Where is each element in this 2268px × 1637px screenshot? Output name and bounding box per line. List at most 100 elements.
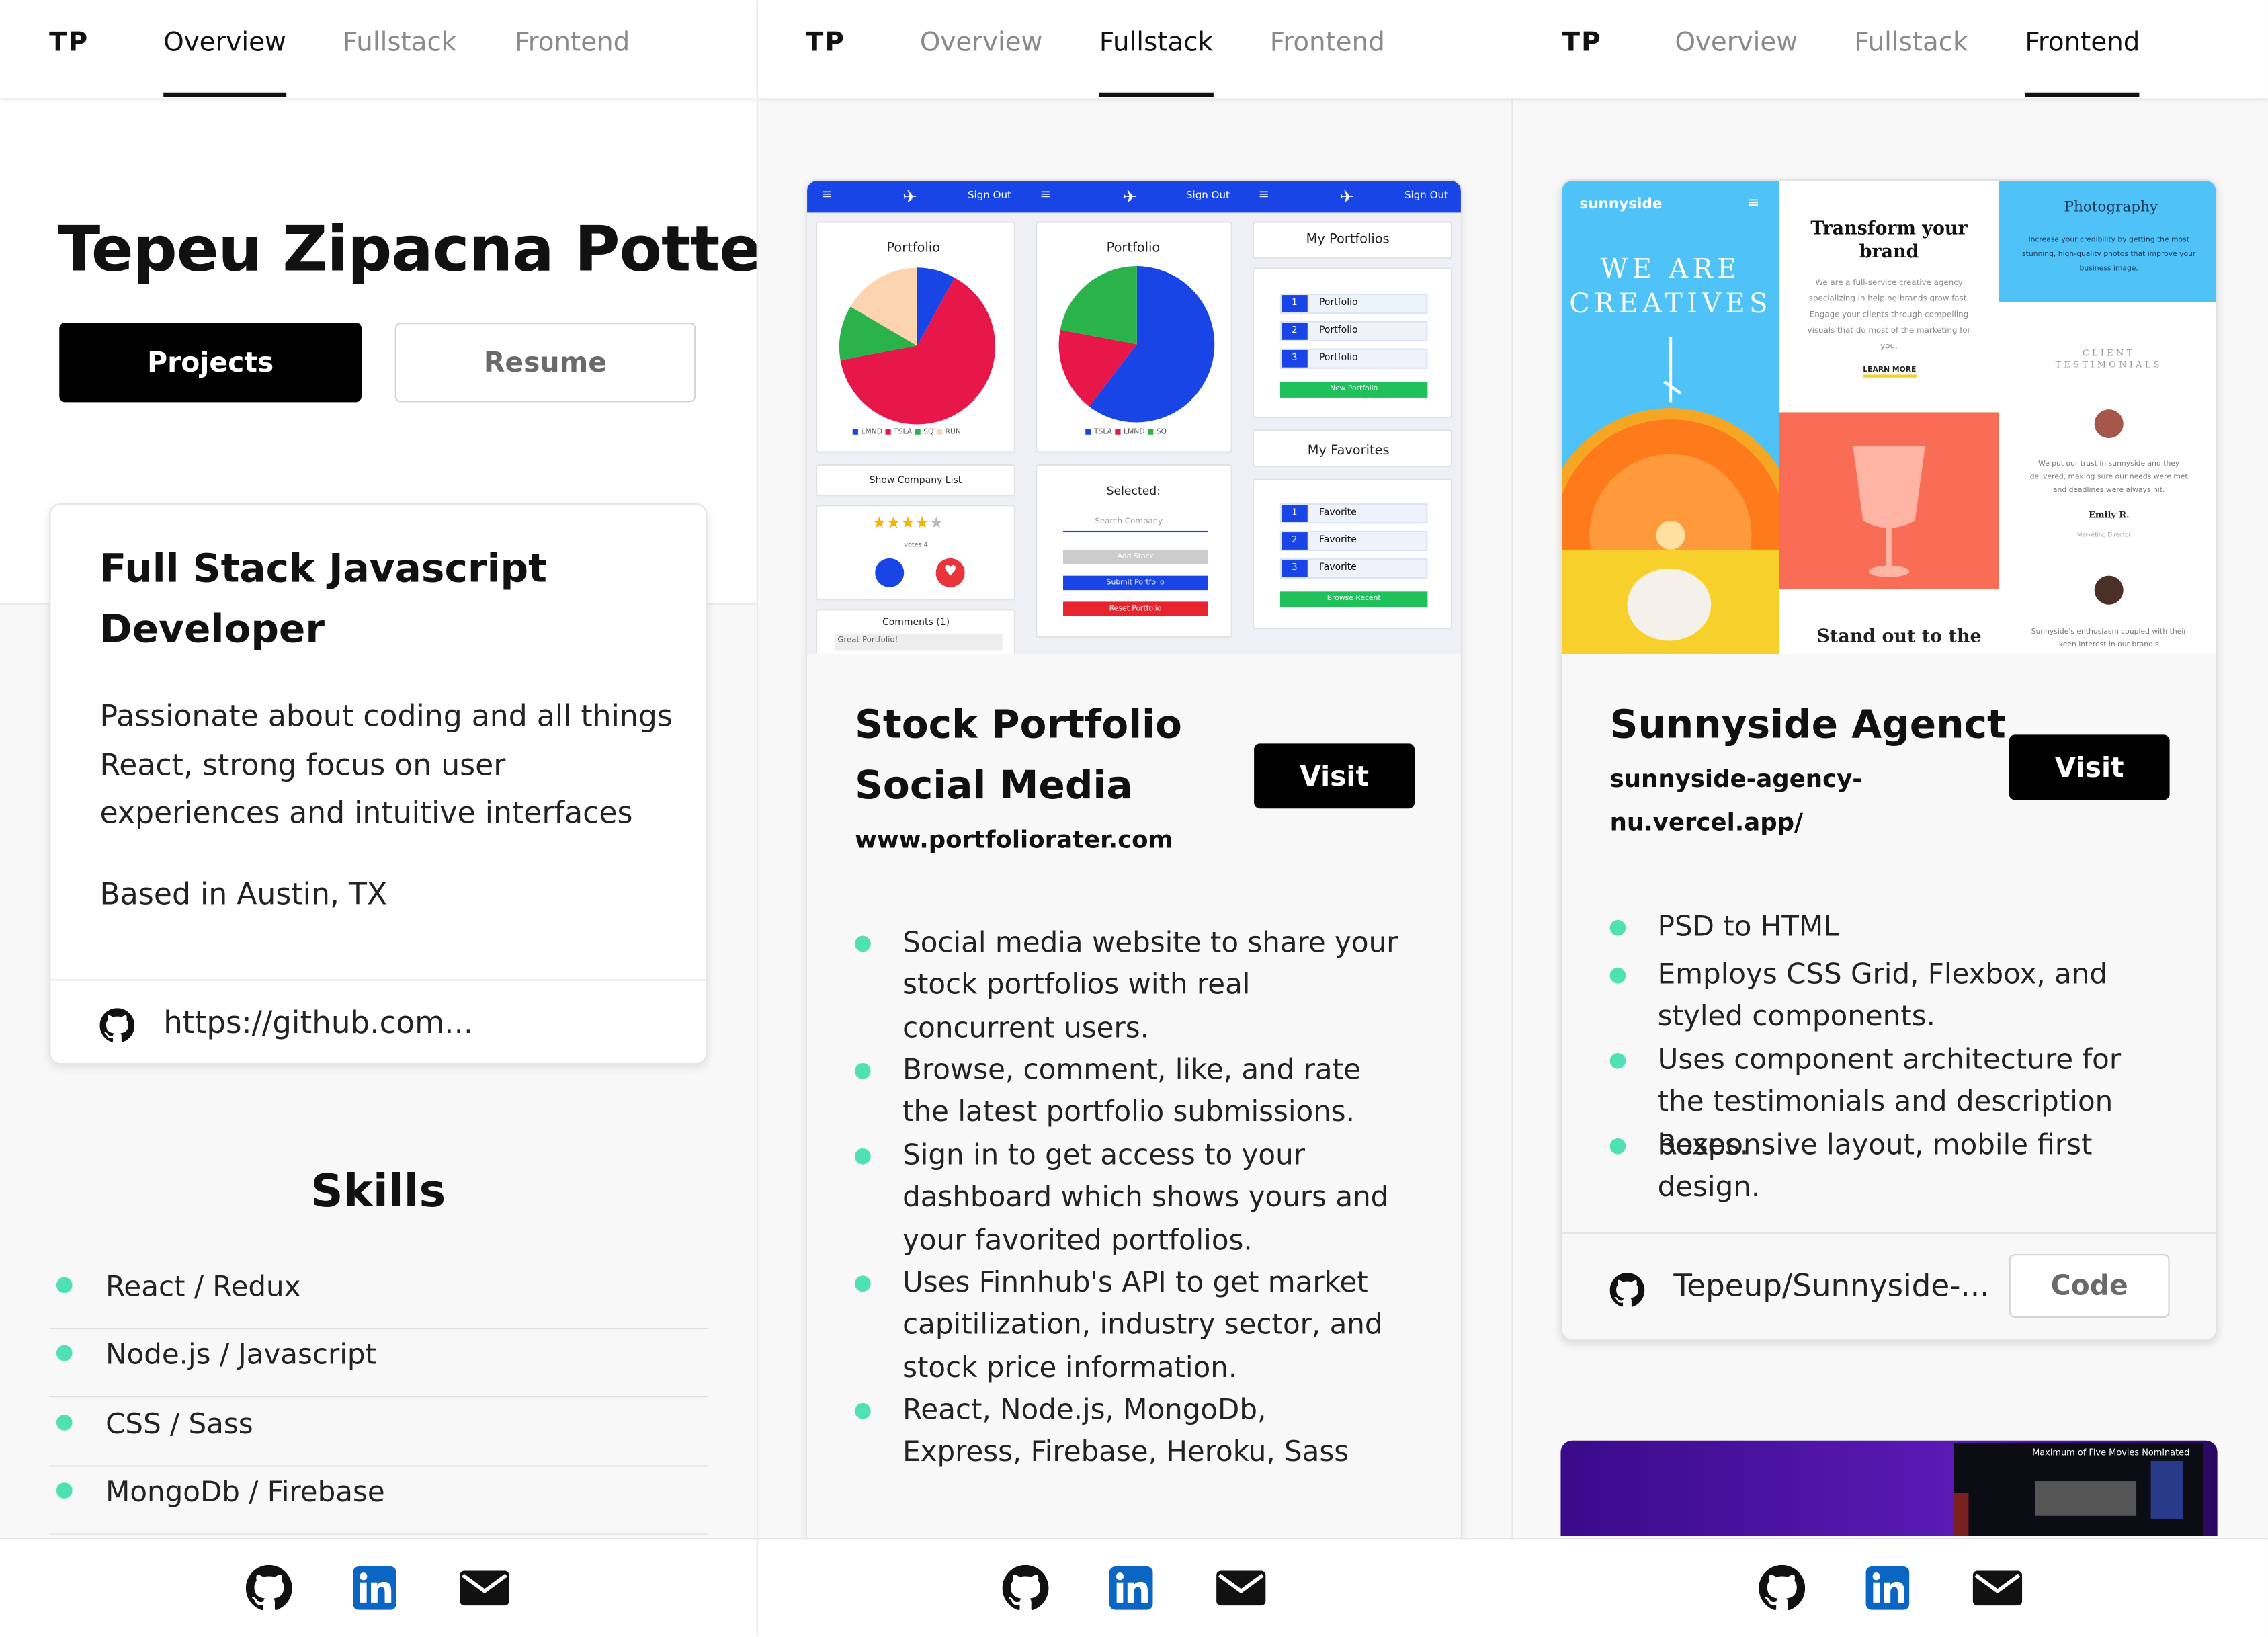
profile-card-footer: https://github.com... [50, 979, 706, 1063]
avatar [2094, 575, 2124, 605]
profile-title: Full Stack Javascript Developer [99, 546, 547, 653]
photography-heading: Photography [2064, 200, 2158, 216]
menu-icon: ≡ [1258, 187, 1269, 203]
project-title: Sunnyside Agenct [1609, 703, 2006, 748]
avatar [2094, 409, 2124, 439]
project-screenshot[interactable]: ≡ ✈ Sign Out ≡ ✈ Sign Out ≡ ✈ Sign Out P… [807, 181, 1461, 654]
top-nav: TP Overview Fullstack Frontend [0, 0, 757, 99]
profile-location: Based in Austin, TX [99, 876, 388, 912]
transform-text: We are a full-service creative agency sp… [1807, 279, 1971, 352]
star-rating: ★★★★★ [872, 513, 944, 533]
portfolio-chart-card: Portfolio ■ TSLA ■ LMND ■ SQ [1036, 221, 1232, 453]
menu-icon: ≡ [821, 187, 833, 203]
comment-icon [875, 558, 905, 587]
linkedin-icon[interactable] [1864, 1565, 1910, 1611]
project-card-movies-preview[interactable]: Maximum of Five Movies Nominated [1560, 1440, 2218, 1536]
skill-item: React / Redux [49, 1260, 708, 1330]
testimonial-role: Marketing Director [2076, 530, 2132, 538]
add-stock-form: Selected: Search Company Add Stock Submi… [1036, 464, 1232, 638]
tab-fullstack[interactable]: Fullstack [343, 28, 456, 58]
project-card-footer: Tepeup/Sunnyside-... Code [1562, 1232, 2216, 1339]
bullet-dot [855, 1402, 871, 1419]
bullet-dot [56, 1482, 73, 1499]
bullet-dot [1609, 967, 1626, 984]
project-screenshot[interactable]: sunnyside ≡ WE ARE CREATIVES Transform y… [1562, 181, 2216, 654]
tab-overview[interactable]: Overview [1675, 28, 1797, 58]
chart-legend: ■ LMND ■ TSLA ■ SQ ■ RUN [851, 428, 961, 437]
logo[interactable]: TP [806, 28, 845, 58]
bullet-dot [855, 1063, 871, 1079]
testimonial-text: We put our trust in sunnyside and they d… [2029, 460, 2188, 495]
sign-out-link: Sign Out [1185, 189, 1230, 202]
linkedin-icon[interactable] [1108, 1565, 1154, 1611]
egg-image [1627, 568, 1712, 641]
tab-overview[interactable]: Overview [163, 28, 286, 97]
tab-fullstack[interactable]: Fullstack [1099, 28, 1213, 97]
tab-frontend[interactable]: Frontend [1270, 28, 1385, 58]
logo[interactable]: TP [1562, 28, 1602, 58]
transform-heading: Transform your brand [1810, 216, 1968, 262]
overview-panel: TP Overview Fullstack Frontend Tepeu Zip… [0, 0, 757, 1636]
visit-button[interactable]: Visit [1254, 743, 1415, 809]
bird-logo-icon: ✈ [1339, 186, 1354, 207]
my-favorites-list: 1 Favorite 2 Favorite 3 Favorite Browse Rec… [1252, 478, 1453, 630]
top-nav: TP Overview Fullstack Frontend [757, 0, 1513, 99]
skill-label: MongoDb / Firebase [106, 1475, 385, 1509]
bullet-dot [1609, 1138, 1626, 1155]
profile-card: Full Stack Javascript Developer Passiona… [49, 503, 708, 1065]
linkedin-icon[interactable] [351, 1565, 398, 1611]
skill-item: Node.js / Javascript [49, 1328, 708, 1398]
email-icon[interactable] [458, 1565, 510, 1611]
movies-banner-text: Maximum of Five Movies Nominated [2032, 1447, 2190, 1458]
repo-link[interactable]: Tepeup/Sunnyside-... [1673, 1269, 1989, 1304]
top-nav: TP Overview Fullstack Frontend [1513, 0, 2268, 99]
bird-logo-icon: ✈ [1122, 186, 1137, 207]
show-company-list-button: Show Company List [815, 464, 1015, 497]
tab-overview[interactable]: Overview [920, 28, 1042, 58]
comments-card: Comments (1) Great Portfolio! [815, 609, 1015, 654]
logo[interactable]: TP [49, 28, 89, 58]
poster-image [2035, 1481, 2137, 1516]
email-icon[interactable] [1215, 1565, 1267, 1611]
visit-button[interactable]: Visit [2009, 734, 2170, 800]
testimonial-text: Sunnyside's enthusiasm coupled with thei… [2031, 628, 2187, 650]
project-url[interactable]: sunnyside-agency-nu.vercel.app/ [1610, 758, 1899, 845]
email-icon[interactable] [1972, 1565, 2023, 1611]
heart-icon: ♥ [935, 558, 965, 587]
bullet-dot [1609, 919, 1626, 936]
projects-button[interactable]: Projects [59, 322, 362, 403]
bullet-dot [56, 1415, 73, 1431]
project-url[interactable]: www.portfoliorater.com [855, 818, 1173, 862]
learn-more-link: LEARN MORE [1863, 366, 1917, 378]
github-icon[interactable] [1759, 1564, 1806, 1611]
resume-button[interactable]: Resume [394, 322, 696, 403]
skill-label: CSS / Sass [106, 1407, 253, 1441]
skill-label: React / Redux [106, 1269, 301, 1304]
poster-image [2150, 1460, 2183, 1519]
bullet-dot [855, 935, 871, 952]
tab-frontend[interactable]: Frontend [2025, 28, 2141, 97]
votes-count: votes 4 [904, 542, 928, 550]
github-icon [1609, 1273, 1645, 1308]
github-icon[interactable] [1002, 1564, 1049, 1611]
tab-fullstack[interactable]: Fullstack [1854, 28, 1968, 58]
feature-bullet: PSD to HTML [1609, 905, 2164, 948]
page-title: Tepeu Zipacna Potter [58, 214, 757, 287]
my-favorites-header: My Favorites [1252, 429, 1453, 468]
github-icon[interactable] [245, 1564, 292, 1611]
code-button[interactable]: Code [2009, 1254, 2170, 1318]
sign-out-link: Sign Out [967, 189, 1011, 202]
github-link[interactable]: https://github.com... [163, 1005, 473, 1040]
tab-frontend[interactable]: Frontend [515, 28, 630, 58]
bullet-dot [1609, 1052, 1626, 1069]
bullet-dot [56, 1345, 73, 1361]
bullet-dot [56, 1277, 73, 1294]
feature-bullet: Uses Finnhub's API to get market capitil… [855, 1261, 1409, 1388]
project-title: Stock Portfolio Social Media [855, 703, 1182, 809]
poster-image [1954, 1493, 1969, 1536]
project-card-sunnyside: sunnyside ≡ WE ARE CREATIVES Transform y… [1560, 179, 2218, 1341]
skill-item: MongoDb / Firebase [49, 1465, 708, 1535]
bullet-dot [855, 1148, 871, 1165]
rating-card: ★★★★★ votes 4 ♥ [815, 505, 1015, 601]
social-footer [757, 1538, 1513, 1636]
